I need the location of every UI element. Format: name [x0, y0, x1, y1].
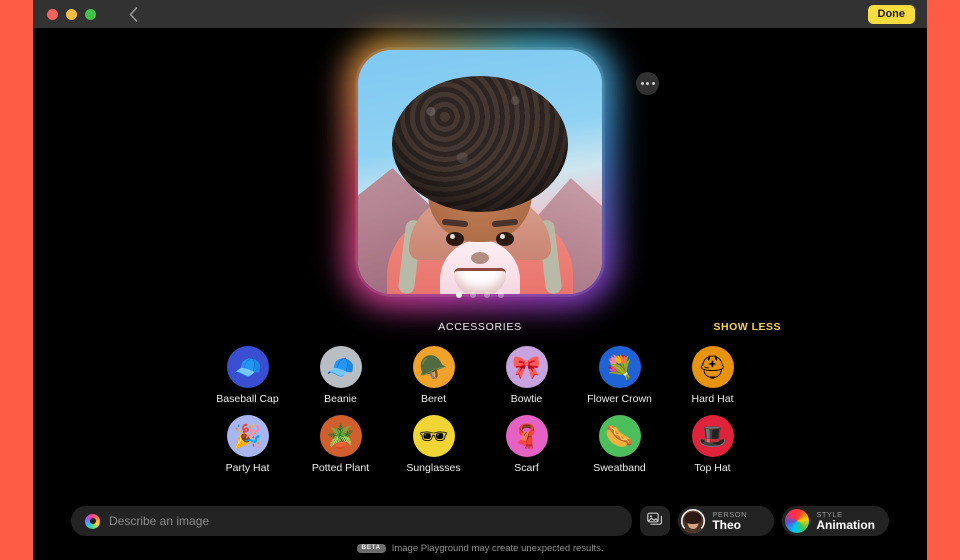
prompt-row: PERSON Theo STYLE Animation — [71, 506, 889, 536]
close-window-button[interactable] — [47, 8, 58, 20]
page-dot[interactable] — [498, 292, 504, 298]
accessories-grid: 🧢 Baseball Cap 🧢 Beanie 🪖 Beret 🎀 Bowtie 💐 Flower… — [71, 346, 889, 474]
accessory-label: Bowtie — [510, 393, 543, 405]
accessory-item[interactable]: 🧢 Beanie — [294, 346, 387, 405]
zoom-window-button[interactable] — [85, 8, 96, 20]
prompt-field[interactable] — [71, 506, 633, 536]
portrait-nose — [471, 252, 489, 264]
portrait-smile — [454, 268, 506, 294]
title-bar: Done — [33, 0, 927, 28]
describe-image-input[interactable] — [109, 514, 619, 528]
person-chip-text: PERSON Theo — [712, 510, 747, 532]
portrait-eyebrow-right — [441, 218, 469, 228]
person-chip[interactable]: PERSON Theo — [678, 506, 775, 536]
page-dot[interactable] — [456, 292, 462, 298]
accessory-item[interactable]: 🎉 Party Hat — [201, 415, 294, 474]
generated-image-card[interactable] — [344, 36, 616, 308]
portrait-eye-left — [496, 232, 514, 246]
sunglasses-icon[interactable]: 🕶 — [412, 415, 455, 457]
portrait-hair — [392, 76, 568, 212]
ellipsis-icon — [640, 82, 644, 85]
person-avatar — [681, 509, 706, 533]
accessory-label: Sweatband — [593, 462, 646, 474]
flower-crown-icon[interactable]: 💐 — [598, 346, 641, 388]
disclaimer-text: Image Playground may create unexpected r… — [391, 543, 604, 554]
show-less-button[interactable]: SHOW LESS — [713, 321, 781, 333]
portrait-eye-right — [446, 232, 464, 246]
accessory-item[interactable]: 💐 Flower Crown — [573, 346, 666, 405]
portrait-eyebrow-left — [491, 218, 519, 228]
beta-badge: BETA — [356, 543, 386, 554]
accessory-label: Potted Plant — [311, 462, 370, 474]
more-options-button[interactable] — [636, 72, 659, 95]
accessory-label: Party Hat — [225, 462, 270, 474]
person-chip-value: Theo — [712, 517, 741, 532]
beret-icon[interactable]: 🪖 — [412, 346, 455, 388]
accessory-label: Beret — [420, 393, 447, 405]
image-page-dots[interactable] — [33, 292, 927, 298]
party-hat-icon[interactable]: 🎉 — [226, 415, 269, 457]
photo-picker-button[interactable] — [640, 506, 671, 536]
hard-hat-icon[interactable]: ⛑ — [691, 346, 734, 388]
accessory-label: Beanie — [324, 393, 357, 405]
accessory-label: Flower Crown — [587, 393, 652, 405]
beanie-icon[interactable]: 🧢 — [319, 346, 362, 388]
disclaimer: BETA Image Playground may create unexpec… — [71, 543, 889, 554]
accessory-item[interactable]: 🎩 Top Hat — [666, 415, 759, 474]
accessories-section: ACCESSORIES SHOW LESS 🧢 Baseball Cap 🧢 Bean… — [33, 318, 927, 474]
accessories-header: ACCESSORIES SHOW LESS — [71, 318, 889, 336]
prompt-bar: PERSON Theo STYLE Animation BETA Image P… — [33, 506, 927, 560]
accessory-label: Sunglasses — [406, 462, 461, 474]
back-button[interactable] — [122, 3, 144, 25]
photo-picker-icon — [647, 512, 663, 531]
page-dot[interactable] — [484, 292, 490, 298]
accessory-label: Baseball Cap — [216, 393, 279, 405]
generated-portrait[interactable] — [358, 50, 602, 294]
potted-plant-icon[interactable]: 🪴 — [319, 415, 362, 457]
app-window: Done ACCESSORIES SHOW LESS 🧢 Baseball Ca… — [33, 0, 927, 560]
accessory-item[interactable]: 🕶 Sunglasses — [387, 415, 480, 474]
accessory-item[interactable]: 🪴 Potted Plant — [294, 415, 387, 474]
accessory-item[interactable]: 🧢 Baseball Cap — [201, 346, 294, 405]
accessory-item[interactable]: 🌭 Sweatband — [573, 415, 666, 474]
minimize-window-button[interactable] — [66, 8, 77, 20]
main-content: ACCESSORIES SHOW LESS 🧢 Baseball Cap 🧢 Bean… — [33, 28, 927, 560]
baseball-cap-icon[interactable]: 🧢 — [226, 346, 269, 388]
accessories-title: ACCESSORIES — [438, 321, 522, 333]
accessory-item[interactable]: 🪖 Beret — [387, 346, 480, 405]
accessory-item[interactable]: ⛑ Hard Hat — [666, 346, 759, 405]
style-chip[interactable]: STYLE Animation — [782, 506, 889, 536]
accessory-label: Top Hat — [694, 462, 731, 474]
bowtie-icon[interactable]: 🎀 — [505, 346, 548, 388]
page-dot[interactable] — [470, 292, 476, 298]
style-chip-value: Animation — [816, 517, 875, 532]
accessory-label: Scarf — [514, 462, 539, 474]
scarf-icon[interactable]: 🧣 — [505, 415, 548, 457]
accessory-item[interactable]: 🧣 Scarf — [480, 415, 573, 474]
chevron-left-icon — [129, 6, 138, 22]
generated-image-area — [33, 28, 927, 318]
style-swatch-icon — [785, 509, 810, 533]
top-hat-icon[interactable]: 🎩 — [691, 415, 734, 457]
sweatband-icon[interactable]: 🌭 — [598, 415, 641, 457]
accessory-label: Hard Hat — [691, 393, 734, 405]
done-button[interactable]: Done — [867, 5, 915, 25]
traffic-lights — [47, 8, 96, 20]
style-chip-text: STYLE Animation — [816, 510, 875, 532]
ellipsis-icon — [651, 82, 655, 85]
accessory-item[interactable]: 🎀 Bowtie — [480, 346, 573, 405]
image-playground-icon — [85, 513, 100, 529]
ellipsis-icon — [646, 82, 649, 85]
